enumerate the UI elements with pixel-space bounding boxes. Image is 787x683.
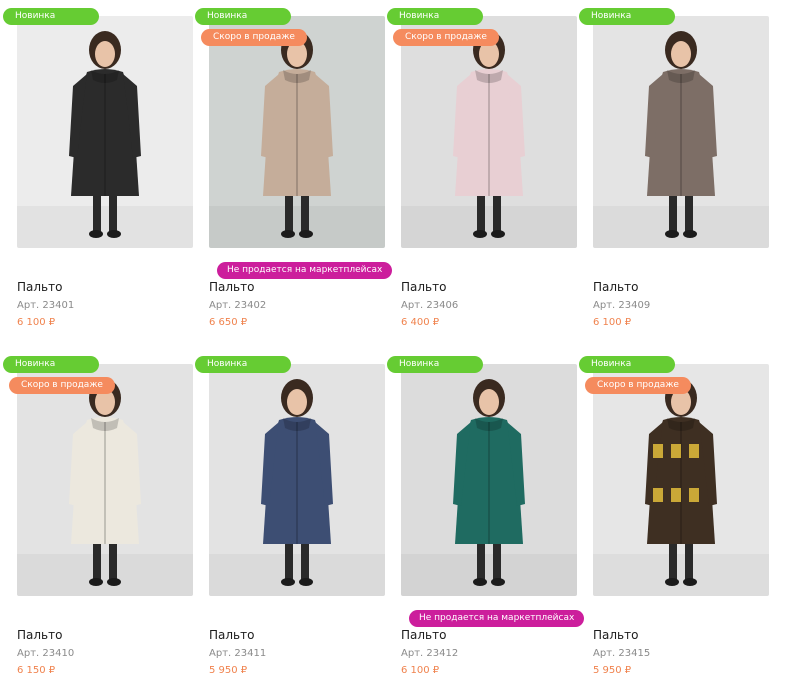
not-on-marketplaces-badge: Не продается на маркетплейсах <box>409 610 585 627</box>
product-price: 6 650 ₽ <box>209 317 248 328</box>
product-photo[interactable] <box>401 16 577 248</box>
product-photo[interactable] <box>17 16 193 248</box>
product-price: 6 100 ₽ <box>17 317 56 328</box>
product-sku: Арт. 23409 <box>593 300 651 311</box>
product-image <box>593 364 769 596</box>
product-image <box>593 16 769 248</box>
product-name[interactable]: Пальто <box>401 628 446 642</box>
product-price: 6 100 ₽ <box>401 665 440 676</box>
new-badge: Новинка <box>579 356 675 373</box>
product-image <box>401 16 577 248</box>
product-name[interactable]: Пальто <box>593 280 638 294</box>
product-name[interactable]: Пальто <box>209 280 254 294</box>
coming-soon-badge: Скоро в продаже <box>393 29 499 46</box>
product-name[interactable]: Пальто <box>401 280 446 294</box>
product-sku: Арт. 23401 <box>17 300 75 311</box>
product-price: 6 400 ₽ <box>401 317 440 328</box>
product-photo[interactable] <box>593 364 769 596</box>
product-photo[interactable] <box>17 364 193 596</box>
product-image <box>401 364 577 596</box>
product-photo[interactable] <box>593 16 769 248</box>
new-badge: Новинка <box>3 8 99 25</box>
new-badge: Новинка <box>579 8 675 25</box>
product-price: 6 100 ₽ <box>593 317 632 328</box>
product-image <box>17 16 193 248</box>
product-sku: Арт. 23412 <box>401 648 459 659</box>
new-badge: Новинка <box>195 8 291 25</box>
product-sku: Арт. 23411 <box>209 648 267 659</box>
product-image <box>209 16 385 248</box>
product-price: 5 950 ₽ <box>209 665 248 676</box>
product-photo[interactable] <box>209 364 385 596</box>
product-name[interactable]: Пальто <box>209 628 254 642</box>
product-image <box>17 364 193 596</box>
product-price: 5 950 ₽ <box>593 665 632 676</box>
new-badge: Новинка <box>195 356 291 373</box>
not-on-marketplaces-badge: Не продается на маркетплейсах <box>217 262 393 279</box>
product-sku: Арт. 23402 <box>209 300 267 311</box>
product-image <box>209 364 385 596</box>
product-photo[interactable] <box>401 364 577 596</box>
product-sku: Арт. 23410 <box>17 648 75 659</box>
new-badge: Новинка <box>387 356 483 373</box>
new-badge: Новинка <box>387 8 483 25</box>
product-sku: Арт. 23415 <box>593 648 651 659</box>
product-name[interactable]: Пальто <box>593 628 638 642</box>
product-name[interactable]: Пальто <box>17 628 62 642</box>
coming-soon-badge: Скоро в продаже <box>585 377 691 394</box>
product-photo[interactable] <box>209 16 385 248</box>
product-price: 6 150 ₽ <box>17 665 56 676</box>
new-badge: Новинка <box>3 356 99 373</box>
coming-soon-badge: Скоро в продаже <box>9 377 115 394</box>
coming-soon-badge: Скоро в продаже <box>201 29 307 46</box>
product-name[interactable]: Пальто <box>17 280 62 294</box>
product-sku: Арт. 23406 <box>401 300 459 311</box>
